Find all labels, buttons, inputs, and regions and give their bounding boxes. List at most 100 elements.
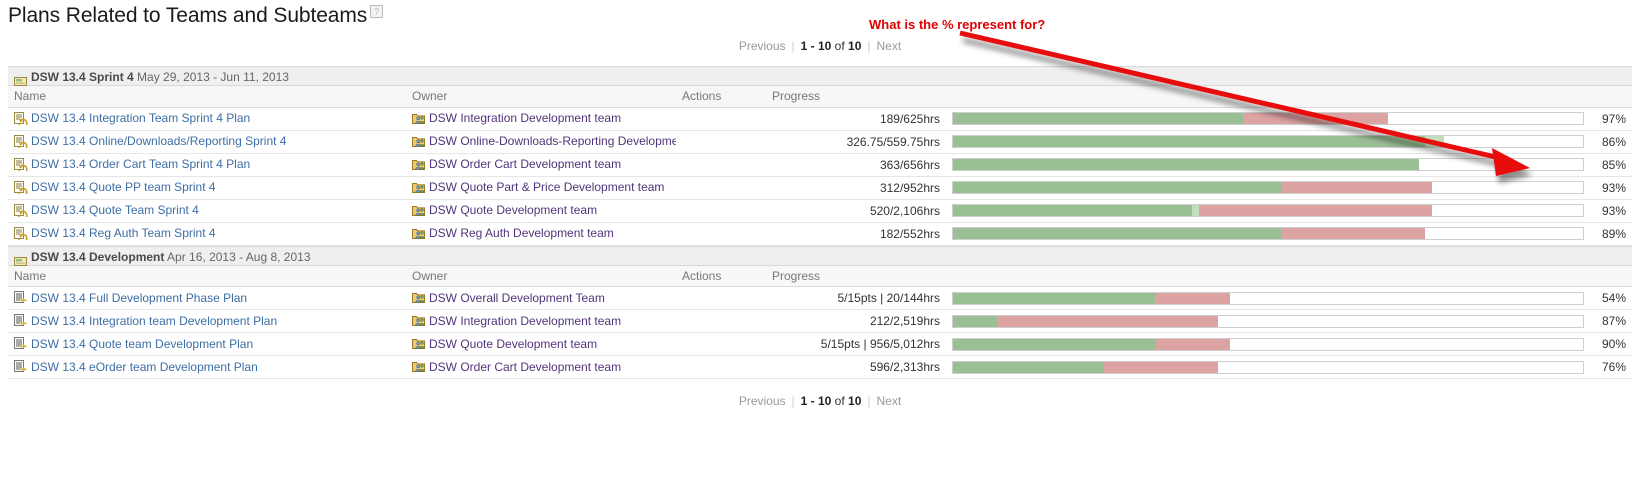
progress-segment-remaining — [1280, 182, 1432, 193]
column-header-actions[interactable]: Actions — [676, 265, 766, 287]
owner-link[interactable]: DSW Order Cart Development team — [429, 360, 621, 374]
phase-plan-icon — [14, 337, 28, 350]
owner-link[interactable]: DSW Order Cart Development team — [429, 157, 621, 171]
actions-cell[interactable] — [676, 176, 766, 200]
plan-name-cell: DSW 13.4 Online/Downloads/Reporting Spri… — [8, 130, 406, 154]
progress-value: 312/952hrs — [766, 176, 946, 200]
owner-link[interactable]: DSW Quote Part & Price Development team — [429, 180, 664, 194]
actions-cell[interactable] — [676, 332, 766, 356]
owner-cell: DSW Quote Development team — [406, 199, 676, 223]
plan-name-link[interactable]: DSW 13.4 Quote team Development Plan — [31, 337, 253, 351]
group-header[interactable]: DSW 13.4 Development Apr 16, 2013 - Aug … — [8, 245, 1632, 266]
table-row[interactable]: DSW 13.4 Quote Team Sprint 4 DSW Quote De… — [8, 199, 1632, 223]
column-header-actions[interactable]: Actions — [676, 86, 766, 108]
previous-link-bottom[interactable]: Previous — [739, 394, 786, 408]
column-header-owner[interactable]: Owner — [406, 265, 676, 287]
owner-link[interactable]: DSW Online-Downloads-Reporting Developme — [429, 134, 676, 148]
group-header[interactable]: DSW 13.4 Sprint 4 May 29, 2013 - Jun 11,… — [8, 66, 1632, 87]
table-row[interactable]: DSW 13.4 Online/Downloads/Reporting Spri… — [8, 130, 1632, 154]
actions-cell[interactable] — [676, 309, 766, 333]
progress-bar-cell — [946, 107, 1590, 131]
team-folder-icon — [412, 204, 426, 217]
previous-link-top[interactable]: Previous — [739, 39, 786, 53]
progress-bar — [952, 227, 1584, 240]
team-folder-icon — [412, 314, 426, 327]
owner-link[interactable]: DSW Integration Development team — [429, 314, 621, 328]
owner-link[interactable]: DSW Integration Development team — [429, 111, 621, 125]
progress-bar-cell — [946, 286, 1590, 310]
plan-name-link[interactable]: DSW 13.4 eOrder team Development Plan — [31, 360, 258, 374]
table-row[interactable]: DSW 13.4 Integration team Development Pl… — [8, 309, 1632, 333]
owner-link[interactable]: DSW Quote Development team — [429, 337, 597, 351]
team-folder-icon — [412, 158, 426, 171]
plan-name-cell: DSW 13.4 Quote Team Sprint 4 — [8, 199, 406, 223]
next-link-top[interactable]: Next — [877, 39, 902, 53]
progress-segment-done — [953, 361, 1105, 373]
group-name: DSW 13.4 Sprint 4 — [31, 70, 134, 84]
table-row[interactable]: DSW 13.4 eOrder team Development Plan DSW… — [8, 355, 1632, 379]
sprint-plan-icon — [14, 203, 28, 220]
owner-link[interactable]: DSW Reg Auth Development team — [429, 226, 614, 240]
table-row[interactable]: DSW 13.4 Integration Team Sprint 4 Plan D… — [8, 107, 1632, 131]
plan-name-link[interactable]: DSW 13.4 Integration team Development Pl… — [31, 314, 277, 328]
progress-value: 326.75/559.75hrs — [766, 130, 946, 154]
column-header-progress[interactable]: Progress — [766, 86, 1632, 108]
table-row[interactable]: DSW 13.4 Quote team Development Plan DSW … — [8, 332, 1632, 356]
actions-cell[interactable] — [676, 130, 766, 154]
table-row[interactable]: DSW 13.4 Full Development Phase Plan DSW … — [8, 286, 1632, 310]
help-icon[interactable]: ? — [370, 5, 384, 18]
group-name: DSW 13.4 Development — [31, 249, 165, 264]
plan-name-link[interactable]: DSW 13.4 Integration Team Sprint 4 Plan — [31, 111, 250, 125]
plan-name-link[interactable]: DSW 13.4 Quote Team Sprint 4 — [31, 203, 199, 217]
percent-value: 93% — [1589, 199, 1632, 223]
progress-bar-cell — [946, 332, 1590, 356]
pager-divider: | — [791, 394, 795, 408]
progress-segment-remaining — [1242, 113, 1388, 124]
actions-cell[interactable] — [676, 153, 766, 177]
column-header-name[interactable]: Name — [8, 265, 406, 287]
plan-name-link[interactable]: DSW 13.4 Full Development Phase Plan — [31, 291, 247, 305]
progress-bar — [952, 135, 1584, 148]
column-header-name[interactable]: Name — [8, 86, 406, 108]
progress-segment-done — [953, 159, 1420, 170]
plan-name-link[interactable]: DSW 13.4 Online/Downloads/Reporting Spri… — [31, 134, 286, 148]
column-header-progress[interactable]: Progress — [766, 265, 1632, 287]
table-row[interactable]: DSW 13.4 Order Cart Team Sprint 4 Plan DS… — [8, 153, 1632, 177]
progress-bar-cell — [946, 176, 1590, 200]
progress-bar — [952, 204, 1584, 217]
progress-value: 182/552hrs — [766, 222, 946, 246]
progress-bar — [952, 112, 1584, 125]
owner-link[interactable]: DSW Quote Development team — [429, 203, 597, 217]
column-header-owner[interactable]: Owner — [406, 86, 676, 108]
progress-segment-done — [953, 136, 1426, 147]
plan-name-link[interactable]: DSW 13.4 Quote PP team Sprint 4 — [31, 180, 216, 194]
progress-segment-remaining — [1280, 228, 1426, 239]
percent-value: 97% — [1589, 107, 1632, 131]
owner-cell: DSW Integration Development team — [406, 107, 676, 131]
actions-cell[interactable] — [676, 199, 766, 223]
progress-segment-remaining — [1154, 292, 1231, 304]
actions-cell[interactable] — [676, 355, 766, 379]
progress-segment-remaining — [1104, 361, 1218, 373]
owner-cell: DSW Quote Part & Price Development team — [406, 176, 676, 200]
actions-cell[interactable] — [676, 107, 766, 131]
plan-name-link[interactable]: DSW 13.4 Reg Auth Team Sprint 4 — [31, 226, 216, 240]
plan-name-link[interactable]: DSW 13.4 Order Cart Team Sprint 4 Plan — [31, 157, 250, 171]
progress-bar — [952, 337, 1584, 351]
progress-bar — [952, 291, 1584, 305]
owner-link[interactable]: DSW Overall Development Team — [429, 291, 605, 305]
plan-name-cell: DSW 13.4 Integration Team Sprint 4 Plan — [8, 107, 406, 131]
table-row[interactable]: DSW 13.4 Reg Auth Team Sprint 4 DSW Reg A… — [8, 222, 1632, 246]
progress-value: 596/2,313hrs — [766, 355, 946, 379]
actions-cell[interactable] — [676, 222, 766, 246]
next-link-bottom[interactable]: Next — [877, 394, 902, 408]
plan-name-cell: DSW 13.4 Quote team Development Plan — [8, 332, 406, 356]
progress-value: 363/656hrs — [766, 153, 946, 177]
table-row[interactable]: DSW 13.4 Quote PP team Sprint 4 DSW Quote… — [8, 176, 1632, 200]
progress-value: 520/2,106hrs — [766, 199, 946, 223]
progress-bar-cell — [946, 153, 1590, 177]
sprint-plan-icon — [14, 180, 28, 197]
phase-plan-icon — [14, 360, 28, 373]
progress-segment-done — [953, 338, 1155, 350]
actions-cell[interactable] — [676, 286, 766, 310]
